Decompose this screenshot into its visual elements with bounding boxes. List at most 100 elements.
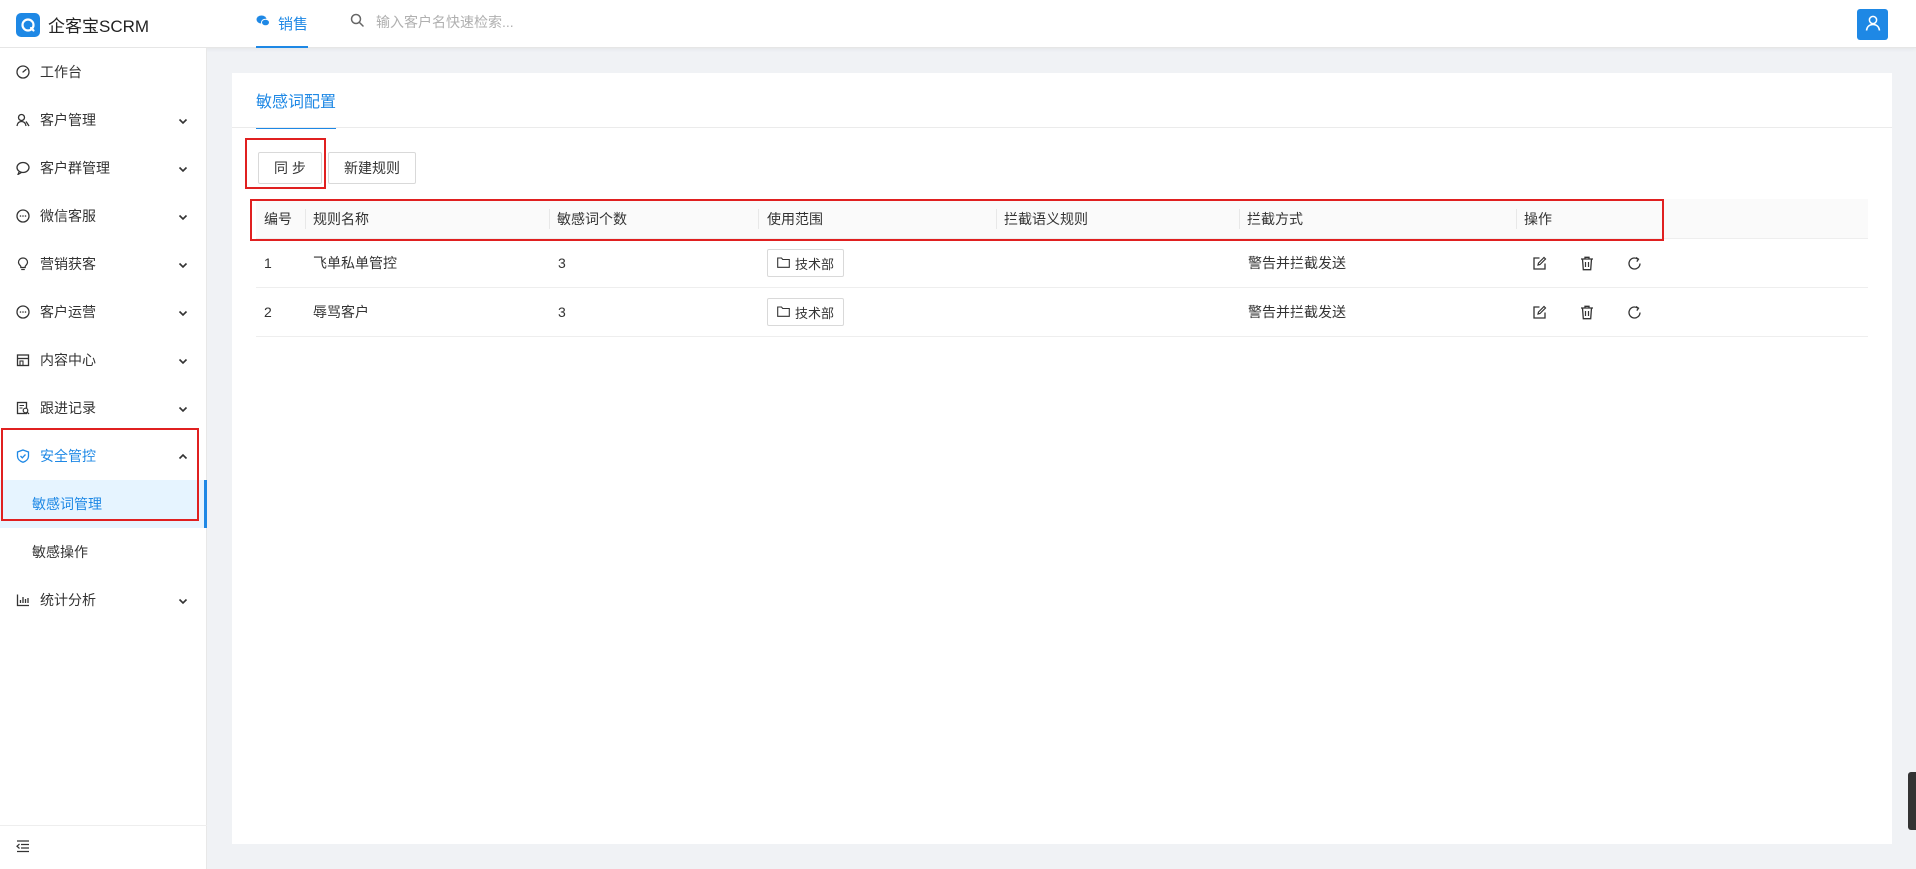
user-icon [1864,14,1882,36]
sync-button[interactable]: 同 步 [258,152,322,184]
chevron-down-icon [178,593,188,609]
column-separator [549,209,550,229]
column-header-actions: 操作 [1524,211,1552,227]
message-icon [16,305,30,319]
cell-rule-name: 辱骂客户 [313,304,369,320]
main-card: 敏感词配置 同 步 新建规则 编号 规则名称 敏感词个数 使用范围 拦截语义规则… [232,73,1892,844]
edit-icon[interactable] [1532,305,1547,320]
folder-icon [777,256,790,271]
tab-divider [232,127,1892,128]
sidebar-subitem-sensitive-ops[interactable]: 敏感操作 [0,528,207,576]
chevron-down-icon [178,113,188,129]
sidebar-item-label: 安全管控 [40,448,96,464]
column-separator [758,209,759,229]
search-icon [350,13,364,31]
cell-actions [1532,239,1642,287]
search-input[interactable] [376,14,636,30]
sidebar-item-marketing[interactable]: 营销获客 [0,240,207,288]
table-row: 2 辱骂客户 3 技术部 警告并拦截发送 [256,288,1868,337]
delete-icon[interactable] [1580,305,1594,320]
column-header-scope: 使用范围 [767,211,823,227]
logo-icon [16,12,40,37]
sidebar-item-label: 统计分析 [40,592,96,608]
tab-label: 敏感词配置 [256,94,337,111]
column-header-id: 编号 [264,211,292,227]
sidebar-item-label: 营销获客 [40,256,96,272]
sidebar-footer [0,825,207,869]
record-icon [16,401,30,415]
refresh-icon[interactable] [1627,256,1642,271]
column-header-word-count: 敏感词个数 [557,211,627,227]
column-separator [1516,209,1517,229]
column-header-rule-name: 规则名称 [313,211,369,227]
tab-sensitive-word-config[interactable]: 敏感词配置 [256,73,337,129]
cell-block-method: 警告并拦截发送 [1248,255,1346,271]
column-header-semantic-rule: 拦截语义规则 [1004,211,1088,227]
sidebar: 工作台 客户管理 客户群管理 微信客服 营销获客 客户运营 内容中心 跟进记录 … [0,48,207,869]
table-row: 1 飞单私单管控 3 技术部 警告并拦截发送 [256,239,1868,288]
shield-icon [16,449,30,463]
sidebar-item-label: 客户运营 [40,304,96,320]
sidebar-item-label: 客户管理 [40,112,96,128]
chart-icon [16,593,30,607]
folder-icon [777,305,790,320]
delete-icon[interactable] [1580,256,1594,271]
cell-scope: 技术部 [767,288,845,336]
nav-tab-label: 销售 [278,15,309,33]
cell-rule-name: 飞单私单管控 [313,255,397,271]
user-avatar[interactable] [1857,9,1888,40]
sidebar-item-statistics[interactable]: 统计分析 [0,576,207,624]
scope-tag[interactable]: 技术部 [767,298,845,326]
sidebar-item-security[interactable]: 安全管控 [0,432,207,480]
customer-search [350,13,636,31]
cell-word-count: 3 [558,304,566,320]
store-icon [16,353,30,367]
wechat-icon [256,14,270,32]
top-header: 企客宝SCRM 销售 [0,0,1916,48]
sidebar-item-customer-groups[interactable]: 客户群管理 [0,144,207,192]
sidebar-item-label: 工作台 [40,64,82,80]
sidebar-subitem-label: 敏感操作 [32,544,88,560]
chevron-down-icon [178,161,188,177]
column-header-block-method: 拦截方式 [1247,211,1303,227]
sidebar-item-wechat-service[interactable]: 微信客服 [0,192,207,240]
chat-icon [16,161,30,175]
dashboard-icon [16,65,30,79]
chevron-down-icon [178,257,188,273]
collapse-menu-icon[interactable] [16,839,30,857]
sidebar-item-label: 微信客服 [40,208,96,224]
sidebar-item-follow-up[interactable]: 跟进记录 [0,384,207,432]
sidebar-subitem-sensitive-words[interactable]: 敏感词管理 [0,480,207,528]
side-widget[interactable] [1908,772,1916,830]
sidebar-item-label: 跟进记录 [40,400,96,416]
scope-tag[interactable]: 技术部 [767,249,845,277]
cell-scope: 技术部 [767,239,845,287]
chevron-up-icon [178,449,188,465]
chevron-down-icon [178,401,188,417]
users-icon [16,113,30,127]
cell-word-count: 3 [558,255,566,271]
app-logo[interactable]: 企客宝SCRM [16,12,149,37]
refresh-icon[interactable] [1627,305,1642,320]
cell-id: 1 [264,255,272,271]
sidebar-item-dashboard[interactable]: 工作台 [0,48,207,96]
cell-actions [1532,288,1642,336]
sidebar-item-customer-ops[interactable]: 客户运营 [0,288,207,336]
table-header: 编号 规则名称 敏感词个数 使用范围 拦截语义规则 拦截方式 操作 [256,199,1868,239]
chevron-down-icon [178,353,188,369]
new-rule-button[interactable]: 新建规则 [328,152,416,184]
sidebar-item-content-center[interactable]: 内容中心 [0,336,207,384]
sidebar-item-customers[interactable]: 客户管理 [0,96,207,144]
sidebar-subitem-label: 敏感词管理 [32,496,102,512]
scope-label: 技术部 [795,256,835,272]
message-icon [16,209,30,223]
sidebar-item-label: 客户群管理 [40,160,110,176]
column-separator [996,209,997,229]
cell-block-method: 警告并拦截发送 [1248,304,1346,320]
column-separator [305,209,306,229]
sidebar-item-label: 内容中心 [40,352,96,368]
chevron-down-icon [178,209,188,225]
nav-tab-sales[interactable]: 销售 [256,0,309,48]
edit-icon[interactable] [1532,256,1547,271]
app-title: 企客宝SCRM [48,17,150,36]
